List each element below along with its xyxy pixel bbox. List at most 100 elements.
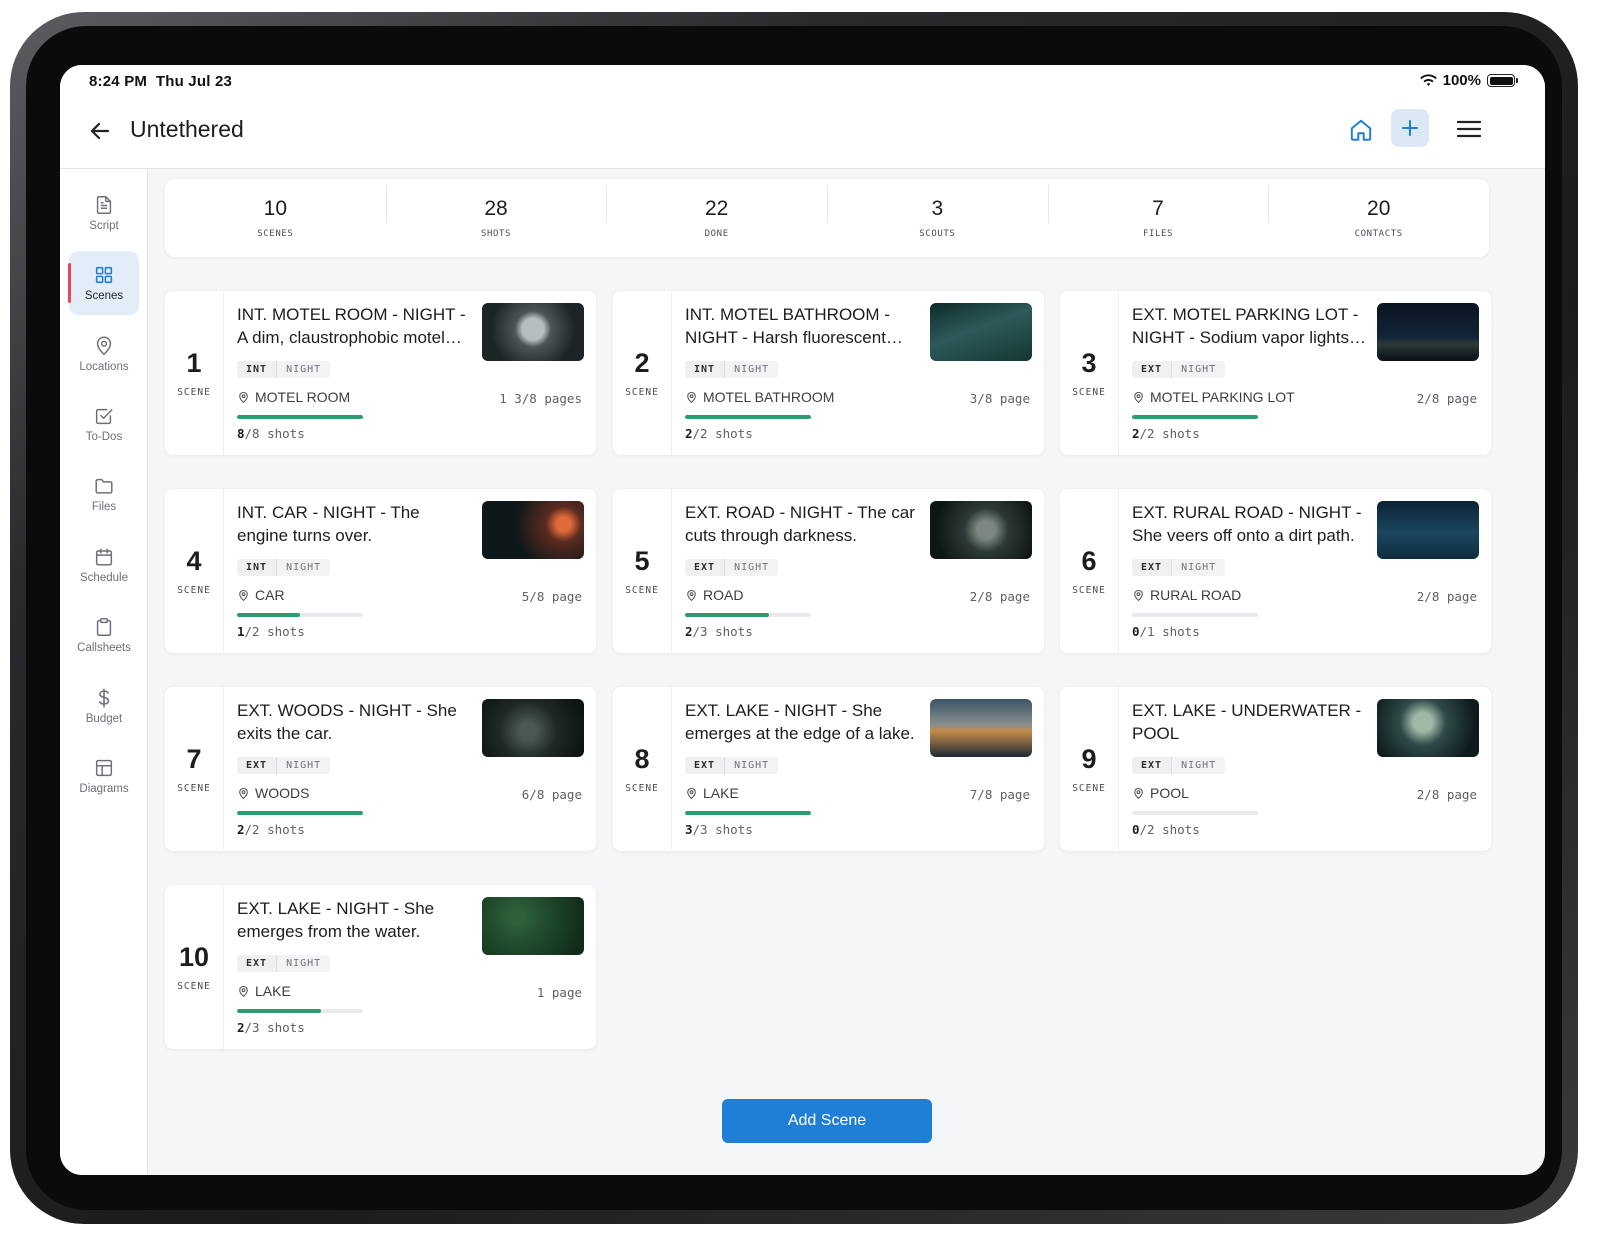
page-count: 6/8 page [521,787,582,802]
scene-card-6[interactable]: 6 SCENE EXT. RURAL ROAD - NIGHT - She ve… [1060,489,1491,653]
shots-count: 2/2 shots [1132,426,1200,441]
home-icon [1350,119,1372,141]
location-name: POOL [1150,785,1189,801]
int-ext-tag: EXT [1132,361,1172,378]
layout-icon [95,759,113,777]
stat-contacts[interactable]: 20 CONTACTS [1268,185,1489,239]
scene-number-label: SCENE [177,387,211,398]
scene-location: LAKE [237,983,291,999]
sidebar-item-todos[interactable]: To-Dos [69,392,139,456]
scene-thumbnail [1377,699,1479,757]
location-pin-icon [687,589,696,601]
app-screen: 8:24 PM Thu Jul 23 100% Untethered Scrip… [60,65,1545,1175]
int-ext-tag: INT [237,361,277,378]
stat-label: DONE [704,229,729,239]
stat-label: CONTACTS [1354,229,1403,239]
shots-progress-fill [685,811,811,815]
sidebar-item-label: Script [89,220,119,232]
shots-progress-bar [685,415,811,419]
battery-percent: 100% [1442,72,1481,89]
scene-tags: INT NIGHT [237,559,331,576]
page-count: 2/8 page [1416,787,1477,802]
shots-done: 2 [685,624,693,639]
battery-icon [1487,74,1518,87]
location-pin-icon [1134,391,1143,403]
scene-card-10[interactable]: 10 SCENE EXT. LAKE - NIGHT - She emerges… [165,885,596,1049]
scene-card-5[interactable]: 5 SCENE EXT. ROAD - NIGHT - The car cuts… [613,489,1044,653]
dollar-icon [98,688,110,708]
location-name: MOTEL ROOM [255,389,351,405]
scene-card-4[interactable]: 4 SCENE INT. CAR - NIGHT - The engine tu… [165,489,596,653]
scene-number-label: SCENE [1072,585,1106,596]
page-count: 2/8 page [1416,391,1477,406]
int-ext-tag: INT [685,361,725,378]
scene-number: 4 [186,546,202,576]
sidebar-item-diagrams[interactable]: Diagrams [69,744,139,808]
scene-location: POOL [1132,785,1189,801]
sidebar-item-label: Callsheets [77,642,131,654]
scene-card-8[interactable]: 8 SCENE EXT. LAKE - NIGHT - She emerges … [613,687,1044,851]
stat-scenes[interactable]: 10 SCENES [165,197,386,239]
stat-files[interactable]: 7 FILES [1047,185,1269,239]
home-button[interactable] [1343,110,1379,150]
shots-total: /3 shots [692,822,753,837]
scene-title: EXT. RURAL ROAD - NIGHT - She veers off … [1132,503,1362,545]
sidebar-item-schedule[interactable]: Schedule [69,533,139,597]
scene-card-2[interactable]: 2 SCENE INT. MOTEL BATHROOM - NIGHT - Ha… [613,291,1044,455]
sidebar-item-scenes[interactable]: Scenes [68,251,139,315]
shots-done: 1 [237,624,245,639]
stat-done[interactable]: 22 DONE [606,185,827,239]
time-of-day-tag: NIGHT [1171,559,1226,576]
scene-number: 2 [634,348,650,378]
shots-total: /3 shots [244,1020,305,1035]
location-name: ROAD [703,587,744,603]
resize-handle-icon[interactable] [1530,1163,1545,1175]
add-button[interactable] [1391,109,1429,147]
shots-count: 1/2 shots [237,624,305,639]
stat-value: 20 [1367,197,1391,220]
menu-button[interactable] [1451,111,1487,147]
location-name: MOTEL PARKING LOT [1150,389,1295,405]
status-time-value: 8:24 PM [89,73,148,90]
int-ext-tag: EXT [685,757,725,774]
scene-thumbnail [1377,303,1479,361]
status-bar: 8:24 PM Thu Jul 23 100% [60,65,1545,101]
shots-total: /2 shots [1139,822,1200,837]
scene-tags: EXT NIGHT [237,955,331,972]
scene-card-7[interactable]: 7 SCENE EXT. WOODS - NIGHT - She exits t… [165,687,596,851]
status-indicators: 100% [1419,72,1518,89]
sidebar-item-label: Locations [79,361,129,373]
shots-progress-bar [685,613,811,617]
int-ext-tag: EXT [685,559,725,576]
scene-tags: EXT NIGHT [1132,559,1226,576]
scene-number-block: 2 SCENE [613,291,672,455]
int-ext-tag: EXT [237,757,277,774]
sidebar: Script Scenes Locations To-Dos Files Sch… [60,169,148,1175]
scene-number: 1 [186,348,202,378]
stat-shots[interactable]: 28 SHOTS [385,185,607,239]
sidebar-item-files[interactable]: Files [69,462,139,526]
location-name: LAKE [255,983,291,999]
scene-tags: EXT NIGHT [685,559,779,576]
sidebar-item-script[interactable]: Script [69,181,139,245]
location-name: LAKE [703,785,739,801]
scene-card-1[interactable]: 1 SCENE INT. MOTEL ROOM - NIGHT - A dim,… [165,291,596,455]
scene-number: 9 [1081,744,1097,774]
add-scene-button[interactable]: Add Scene [722,1099,932,1143]
sidebar-item-budget[interactable]: Budget [69,674,139,738]
stat-scouts[interactable]: 3 SCOUTS [827,185,1048,239]
shots-count: 0/2 shots [1132,822,1200,837]
scene-card-3[interactable]: 3 SCENE EXT. MOTEL PARKING LOT - NIGHT -… [1060,291,1491,455]
scene-card-9[interactable]: 9 SCENE EXT. LAKE - UNDERWATER - POOL EX… [1060,687,1491,851]
page-count: 7/8 page [969,787,1030,802]
shots-count: 2/3 shots [685,624,753,639]
shots-progress-fill [237,811,363,815]
back-button[interactable] [86,117,114,145]
sidebar-item-locations[interactable]: Locations [69,322,139,386]
scene-tags: INT NIGHT [237,361,331,378]
shots-total: /2 shots [244,822,305,837]
scene-thumbnail [930,699,1032,757]
sidebar-item-callsheets[interactable]: Callsheets [69,603,139,667]
scene-title: INT. MOTEL ROOM - NIGHT - A dim, claustr… [237,305,466,347]
stat-value: 22 [705,197,729,220]
